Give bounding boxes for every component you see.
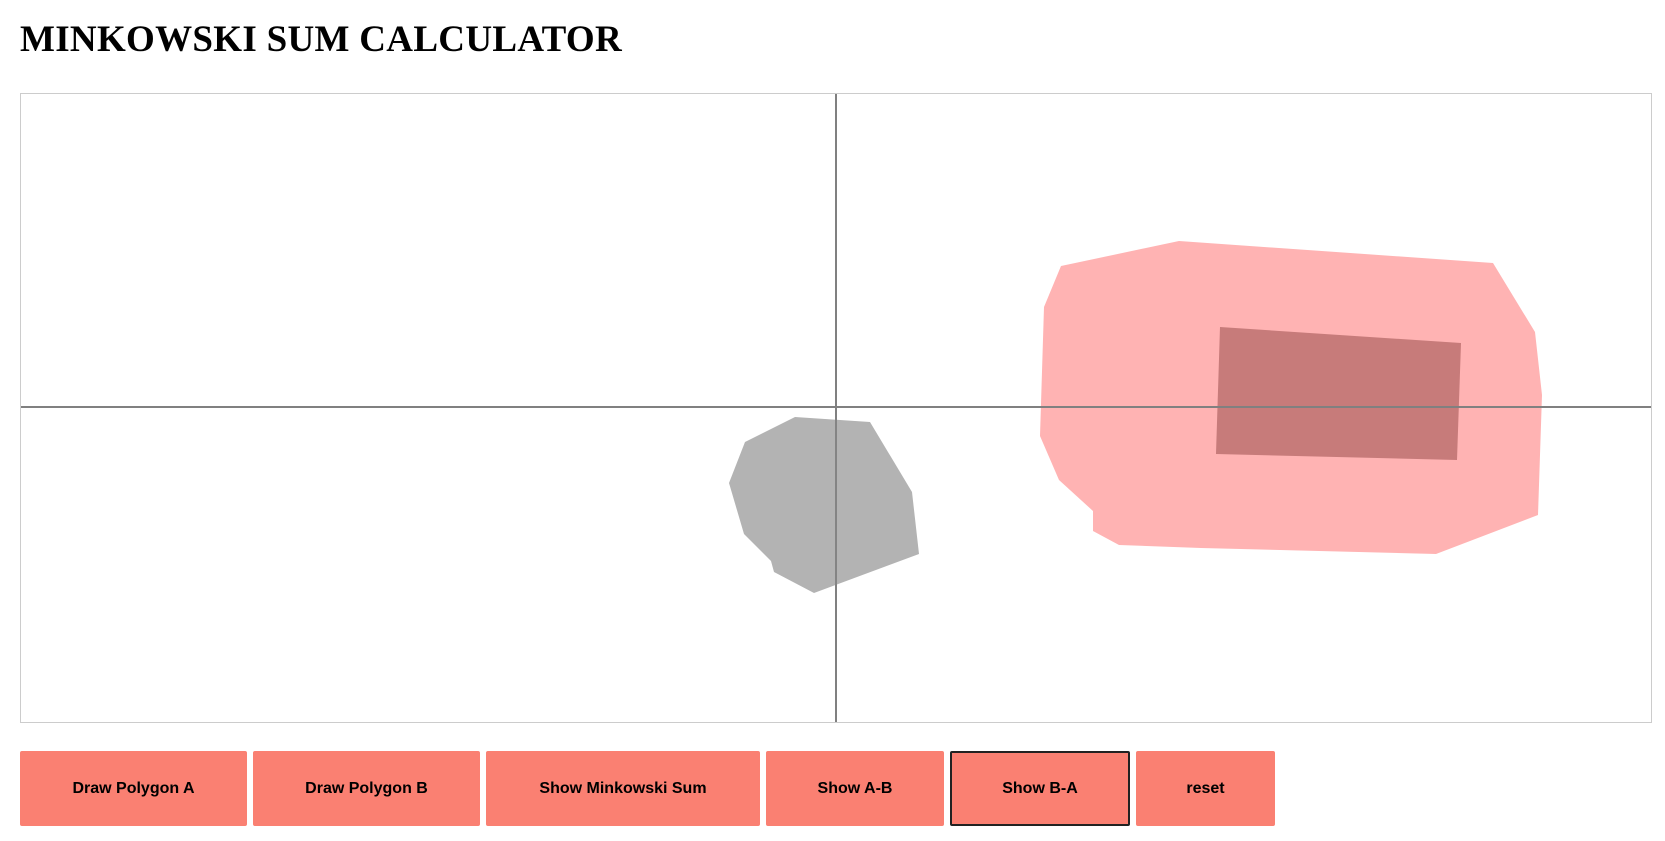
draw-polygon-b-button[interactable]: Draw Polygon B xyxy=(253,751,480,826)
draw-polygon-a-button[interactable]: Draw Polygon A xyxy=(20,751,247,826)
polygon-a xyxy=(729,417,919,593)
page-title: MINKOWSKI SUM CALCULATOR xyxy=(20,19,622,60)
reset-button[interactable]: reset xyxy=(1136,751,1275,826)
show-minkowski-sum-button[interactable]: Show Minkowski Sum xyxy=(486,751,760,826)
drawing-canvas[interactable] xyxy=(20,93,1652,723)
polygon-b xyxy=(1216,327,1461,460)
show-a-minus-b-button[interactable]: Show A-B xyxy=(766,751,944,826)
show-b-minus-a-button[interactable]: Show B-A xyxy=(950,751,1130,826)
